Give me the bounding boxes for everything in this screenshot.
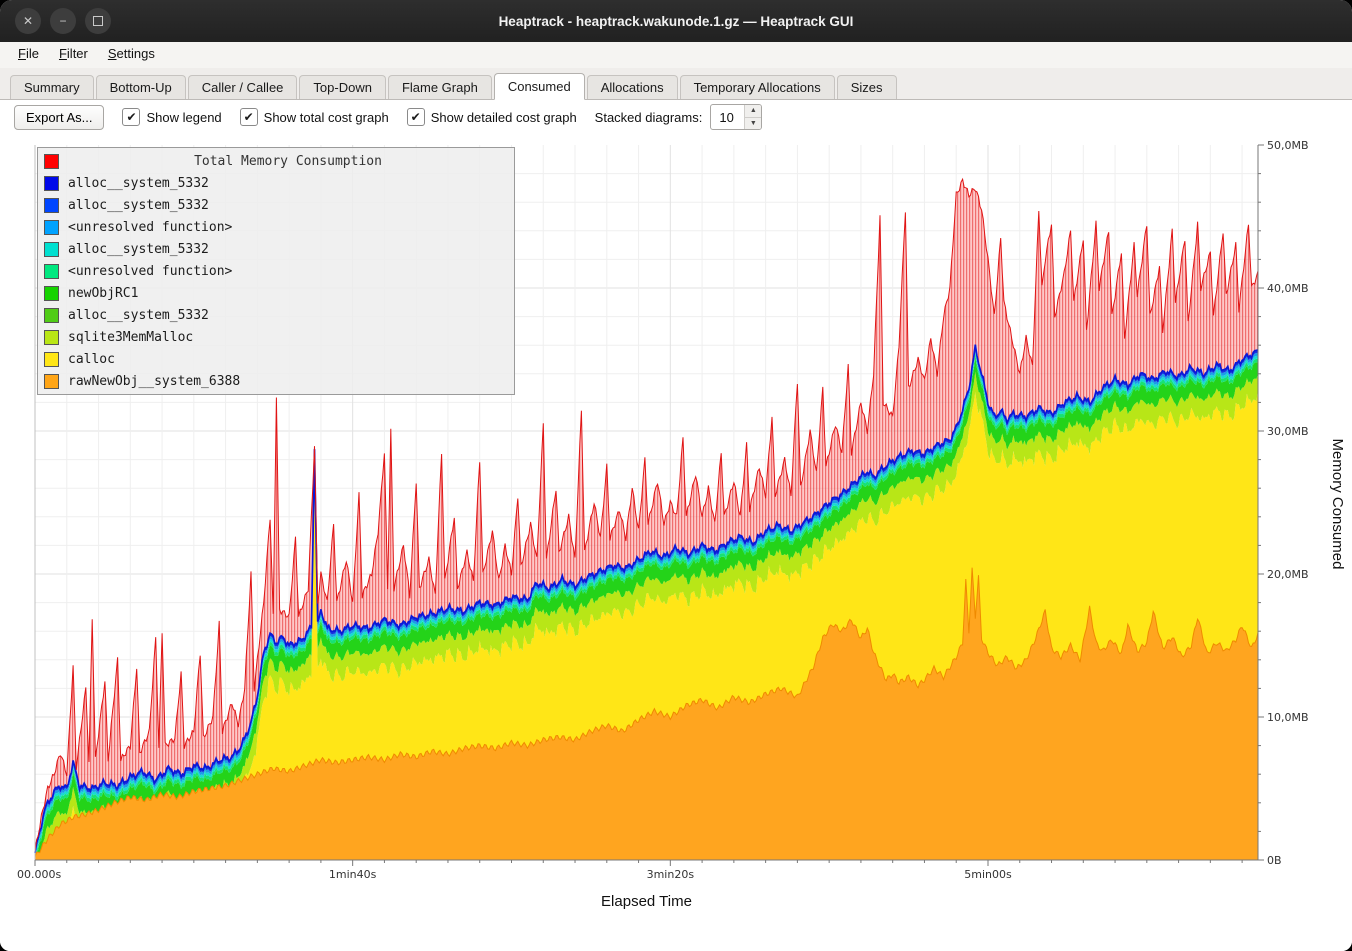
tab-bottom-up[interactable]: Bottom-Up bbox=[96, 75, 186, 99]
window-controls: ✕ − bbox=[15, 8, 111, 34]
legend-swatch bbox=[44, 286, 59, 301]
toolbar-checkboxes: ✔ Show legend ✔ Show total cost graph ✔ Show … bbox=[122, 108, 576, 126]
legend-swatch bbox=[44, 264, 59, 279]
legend-title-row: Total Memory Consumption bbox=[42, 150, 510, 172]
x-tick-label: 1min40s bbox=[329, 868, 377, 881]
checkbox-show-total-cost-graph[interactable]: ✔ Show total cost graph bbox=[240, 108, 389, 126]
legend-swatch bbox=[44, 220, 59, 235]
chart-legend: Total Memory Consumption alloc__system_5… bbox=[37, 147, 515, 395]
toolbar: Export As... ✔ Show legend ✔ Show total cos… bbox=[0, 100, 1352, 134]
x-axis-title: Elapsed Time bbox=[601, 893, 692, 910]
tab-consumed[interactable]: Consumed bbox=[494, 73, 585, 100]
legend-label: alloc__system_5332 bbox=[68, 176, 209, 191]
legend-entry: <unresolved function> bbox=[42, 260, 510, 282]
export-as-button[interactable]: Export As... bbox=[14, 105, 104, 130]
x-tick-label: 00.000s bbox=[17, 868, 61, 881]
legend-entry: alloc__system_5332 bbox=[42, 172, 510, 194]
window-title: Heaptrack - heaptrack.wakunode.1.gz — He… bbox=[0, 14, 1352, 29]
y-axis-title: Memory Consumed bbox=[1329, 439, 1346, 570]
tab-flame-graph[interactable]: Flame Graph bbox=[388, 75, 492, 99]
legend-label: <unresolved function> bbox=[68, 264, 232, 279]
legend-swatch bbox=[44, 330, 59, 345]
minimize-button[interactable]: − bbox=[50, 8, 76, 34]
x-tick-label: 3min20s bbox=[647, 868, 695, 881]
legend-label: calloc bbox=[68, 352, 115, 367]
stepper-down-button[interactable]: ▼ bbox=[745, 118, 761, 130]
legend-label: alloc__system_5332 bbox=[68, 242, 209, 257]
stepper-up-button[interactable]: ▲ bbox=[745, 105, 761, 118]
tab-sizes[interactable]: Sizes bbox=[837, 75, 897, 99]
total-memory-swatch bbox=[44, 154, 59, 169]
legend-entry: newObjRC1 bbox=[42, 282, 510, 304]
maximize-icon bbox=[93, 16, 103, 26]
tab-temporary-allocations[interactable]: Temporary Allocations bbox=[680, 75, 835, 99]
checkmark-icon: ✔ bbox=[240, 108, 258, 126]
legend-entry: alloc__system_5332 bbox=[42, 238, 510, 260]
checkmark-icon: ✔ bbox=[122, 108, 140, 126]
maximize-button[interactable] bbox=[85, 8, 111, 34]
legend-label: rawNewObj__system_6388 bbox=[68, 374, 240, 389]
menu-item-settings[interactable]: Settings bbox=[98, 42, 165, 68]
stacked-diagrams-group: Stacked diagrams: 10 ▲ ▼ bbox=[595, 104, 763, 130]
legend-label: newObjRC1 bbox=[68, 286, 138, 301]
y-tick-label: 20,0MB bbox=[1267, 568, 1309, 581]
tab-summary[interactable]: Summary bbox=[10, 75, 94, 99]
legend-entry: rawNewObj__system_6388 bbox=[42, 370, 510, 392]
chevron-down-icon: ▼ bbox=[750, 120, 757, 127]
y-tick-label: 40,0MB bbox=[1267, 282, 1309, 295]
checkmark-icon: ✔ bbox=[407, 108, 425, 126]
legend-swatch bbox=[44, 198, 59, 213]
checkbox-label: Show total cost graph bbox=[264, 110, 389, 125]
legend-swatch bbox=[44, 176, 59, 191]
menu-item-file[interactable]: File bbox=[8, 42, 49, 68]
tab-caller-callee[interactable]: Caller / Callee bbox=[188, 75, 298, 99]
legend-label: sqlite3MemMalloc bbox=[68, 330, 193, 345]
minimize-icon: − bbox=[59, 15, 66, 27]
menu-item-filter[interactable]: Filter bbox=[49, 42, 98, 68]
legend-swatch bbox=[44, 242, 59, 257]
tab-top-down[interactable]: Top-Down bbox=[299, 75, 386, 99]
checkbox-label: Show legend bbox=[146, 110, 221, 125]
y-tick-label: 0B bbox=[1267, 854, 1282, 867]
legend-entry: alloc__system_5332 bbox=[42, 194, 510, 216]
checkbox-show-detailed-cost-graph[interactable]: ✔ Show detailed cost graph bbox=[407, 108, 577, 126]
stepper-buttons: ▲ ▼ bbox=[744, 105, 761, 129]
chevron-up-icon: ▲ bbox=[750, 107, 757, 114]
checkbox-label: Show detailed cost graph bbox=[431, 110, 577, 125]
y-tick-label: 50,0MB bbox=[1267, 139, 1309, 152]
legend-swatch bbox=[44, 308, 59, 323]
legend-entry: calloc bbox=[42, 348, 510, 370]
close-icon: ✕ bbox=[23, 15, 33, 27]
x-tick-label: 5min00s bbox=[964, 868, 1012, 881]
tabbar: SummaryBottom-UpCaller / CalleeTop-DownF… bbox=[0, 68, 1352, 100]
titlebar[interactable]: ✕ − Heaptrack - heaptrack.wakunode.1.gz … bbox=[0, 0, 1352, 42]
legend-entry: alloc__system_5332 bbox=[42, 304, 510, 326]
tab-allocations[interactable]: Allocations bbox=[587, 75, 678, 99]
legend-label: alloc__system_5332 bbox=[68, 198, 209, 213]
legend-title: Total Memory Consumption bbox=[68, 154, 508, 169]
chart-area: 00.000s 1min40s 3min20s 5min00s 0B 10,0MB 20,0… bbox=[0, 134, 1352, 951]
checkbox-show-legend[interactable]: ✔ Show legend bbox=[122, 108, 221, 126]
legend-swatch bbox=[44, 374, 59, 389]
heaptrack-window: ✕ − Heaptrack - heaptrack.wakunode.1.gz … bbox=[0, 0, 1352, 951]
legend-swatch bbox=[44, 352, 59, 367]
y-tick-label: 30,0MB bbox=[1267, 425, 1309, 438]
stacked-diagrams-value[interactable]: 10 bbox=[711, 105, 744, 129]
menubar: FileFilterSettings bbox=[0, 42, 1352, 68]
stacked-diagrams-stepper[interactable]: 10 ▲ ▼ bbox=[710, 104, 762, 130]
legend-label: <unresolved function> bbox=[68, 220, 232, 235]
legend-entry: <unresolved function> bbox=[42, 216, 510, 238]
close-button[interactable]: ✕ bbox=[15, 8, 41, 34]
y-tick-label: 10,0MB bbox=[1267, 711, 1309, 724]
legend-entries: alloc__system_5332 alloc__system_5332 <unr… bbox=[42, 172, 510, 392]
legend-entry: sqlite3MemMalloc bbox=[42, 326, 510, 348]
legend-label: alloc__system_5332 bbox=[68, 308, 209, 323]
stacked-diagrams-label: Stacked diagrams: bbox=[595, 110, 703, 125]
